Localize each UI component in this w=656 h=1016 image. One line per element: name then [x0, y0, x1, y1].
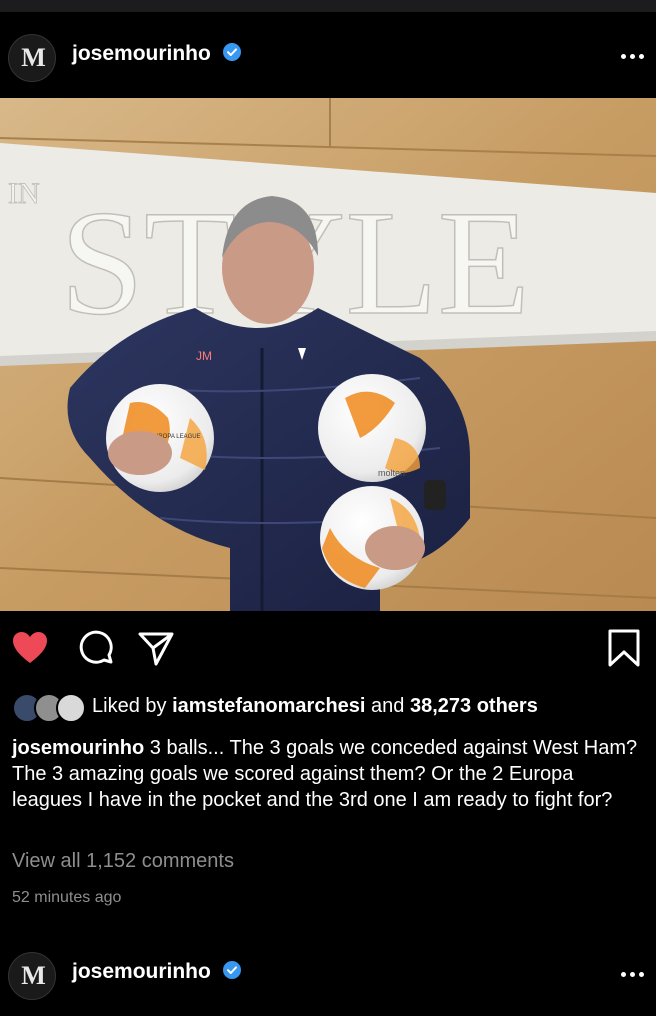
- heart-icon[interactable]: [10, 628, 50, 668]
- verified-badge-icon: [222, 43, 241, 62]
- post-actions: [0, 628, 656, 672]
- likes-count[interactable]: 38,273 others: [410, 695, 538, 717]
- jacket-initials: JM: [196, 349, 212, 363]
- view-comments-link[interactable]: View all 1,152 comments: [12, 850, 234, 873]
- status-bar: [0, 0, 656, 12]
- svg-text:molten: molten: [378, 468, 405, 478]
- avatar[interactable]: M: [8, 34, 56, 82]
- liker-username[interactable]: iamstefanomarchesi: [172, 695, 365, 717]
- liker-avatars[interactable]: [12, 692, 90, 723]
- post-username-link[interactable]: josemourinho: [72, 960, 241, 984]
- post-timestamp: 52 minutes ago: [12, 889, 122, 906]
- caption-username[interactable]: josemourinho: [12, 737, 144, 759]
- post-caption: josemourinho 3 balls... The 3 goals we c…: [12, 735, 642, 813]
- post-header: M josemourinho: [0, 14, 656, 98]
- post-photo[interactable]: IN STYLE JM EUROPA LEAGUE molten: [0, 98, 656, 611]
- post-username-link[interactable]: josemourinho: [72, 42, 241, 66]
- verified-badge-icon: [222, 961, 241, 980]
- avatar[interactable]: M: [8, 952, 56, 1000]
- bookmark-icon[interactable]: [606, 628, 642, 668]
- username-text: josemourinho: [72, 960, 211, 983]
- comment-bubble-icon[interactable]: [76, 628, 116, 668]
- likes-row: Liked by iamstefanomarchesi and 38,273 o…: [12, 690, 538, 723]
- football-right-top: molten: [318, 374, 426, 482]
- likes-text[interactable]: Liked by iamstefanomarchesi and 38,273 o…: [92, 695, 538, 718]
- more-dots-icon[interactable]: [621, 972, 644, 977]
- paper-plane-icon[interactable]: [136, 628, 176, 668]
- more-dots-icon[interactable]: [621, 54, 644, 59]
- avatar-monogram: M: [21, 961, 45, 990]
- avatar-monogram: M: [21, 43, 45, 72]
- next-post-header: M josemourinho: [0, 932, 656, 1016]
- wall-text-small: IN: [8, 177, 40, 210]
- username-text: josemourinho: [72, 42, 211, 65]
